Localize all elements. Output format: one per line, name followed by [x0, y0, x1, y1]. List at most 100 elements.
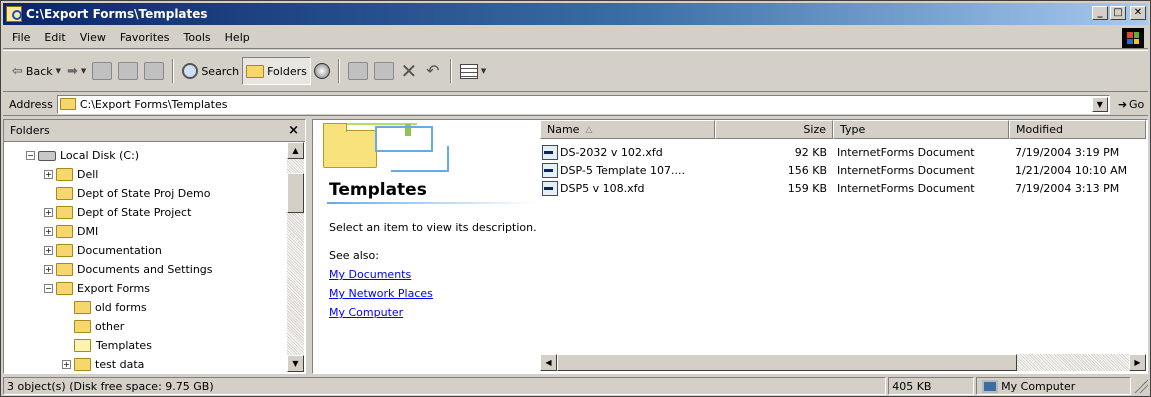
tree-node[interactable]: Templates — [62, 336, 153, 355]
title-bar[interactable]: C:\Export Forms\Templates _ □ ✕ — [3, 3, 1148, 25]
folders-vertical-scrollbar[interactable]: ▲ ▼ — [287, 142, 304, 372]
status-zone-label: My Computer — [1001, 379, 1076, 393]
expand-icon[interactable]: + — [44, 170, 53, 179]
chevron-down-icon[interactable]: ▼ — [81, 67, 86, 75]
column-header-modified[interactable]: Modified — [1009, 120, 1146, 139]
tree-node[interactable]: + Documentation — [44, 241, 162, 260]
my-computer-icon — [982, 379, 999, 393]
scroll-up-button[interactable]: ▲ — [287, 142, 304, 159]
tree-node[interactable]: old forms — [62, 298, 147, 317]
scroll-left-button[interactable]: ◀ — [540, 354, 557, 371]
tree-node[interactable]: + Dell — [44, 165, 98, 184]
search-button[interactable]: Search — [179, 57, 242, 85]
sort-ascending-icon: △ — [585, 124, 593, 135]
tree-node[interactable]: − Export Forms — [44, 279, 150, 298]
file-row[interactable]: DSP5 v 108.xfd 159 KB InternetForms Docu… — [540, 179, 1146, 197]
file-type: InternetForms Document — [837, 181, 975, 195]
folders-pane: Folders × − Local Disk (C:) + Dell Dept of S… — [3, 119, 306, 374]
file-name-cell: DSP-5 Template 107.... — [540, 162, 715, 178]
minimize-button[interactable]: _ — [1092, 6, 1108, 20]
expand-icon[interactable]: + — [44, 208, 53, 217]
close-button[interactable]: ✕ — [1130, 6, 1146, 20]
link-my-network-places[interactable]: My Network Places — [329, 287, 433, 300]
folder-tree[interactable]: − Local Disk (C:) + Dell Dept of State Proj … — [4, 142, 288, 372]
menu-view[interactable]: View — [73, 31, 113, 44]
search-icon — [182, 63, 199, 79]
folders-pane-title: Folders — [10, 124, 50, 137]
tree-node-label: test data — [95, 358, 145, 371]
folder-icon — [56, 168, 73, 181]
file-row[interactable]: DS-2032 v 102.xfd 92 KB InternetForms Do… — [540, 143, 1146, 161]
tree-node[interactable]: + Documents and Settings — [44, 260, 213, 279]
tree-node-label: other — [95, 320, 125, 333]
scroll-right-button[interactable]: ▶ — [1129, 354, 1146, 371]
menu-edit[interactable]: Edit — [37, 31, 72, 44]
copy-to-button[interactable] — [371, 57, 397, 85]
expand-icon[interactable]: + — [44, 227, 53, 236]
scroll-down-button[interactable]: ▼ — [287, 355, 304, 372]
back-button[interactable]: ⇦ Back ▼ — [9, 57, 64, 85]
views-button[interactable]: ▼ — [457, 57, 489, 85]
address-input[interactable]: C:\Export Forms\Templates ▼ — [56, 94, 1110, 114]
tree-node[interactable]: + DMI — [44, 222, 98, 241]
collapse-icon[interactable]: − — [26, 151, 35, 160]
folder-options-button[interactable] — [141, 57, 167, 85]
move-to-button[interactable] — [345, 57, 371, 85]
collapse-icon[interactable]: − — [44, 284, 53, 293]
scroll-thumb[interactable] — [557, 354, 1017, 371]
delete-button[interactable]: ✕ — [397, 57, 421, 85]
folder-icon — [56, 206, 73, 219]
expand-icon[interactable]: + — [44, 265, 53, 274]
folder-options-icon — [144, 62, 165, 80]
standard-toolbar: ⇦ Back ▼ ➡ ▼ Search Folders ✕ ↶ ▼ — [3, 50, 1148, 92]
webview-description: Select an item to view its description. — [329, 221, 537, 234]
file-row[interactable]: DSP-5 Template 107.... 156 KB InternetFo… — [540, 161, 1146, 179]
new-folder-button[interactable] — [115, 57, 141, 85]
address-dropdown-button[interactable]: ▼ — [1091, 96, 1108, 112]
window-controls: _ □ ✕ — [1092, 6, 1146, 20]
scroll-track[interactable] — [1017, 354, 1129, 371]
forward-button[interactable]: ➡ ▼ — [64, 57, 89, 85]
go-button[interactable]: ➜ Go — [1118, 98, 1144, 111]
file-modified: 1/21/2004 10:10 AM — [1015, 163, 1128, 177]
folder-icon — [56, 225, 73, 238]
expand-icon[interactable]: + — [44, 246, 53, 255]
tree-node[interactable]: − Local Disk (C:) — [26, 146, 139, 165]
expand-icon[interactable]: + — [62, 360, 71, 369]
history-button[interactable] — [311, 57, 333, 85]
address-bar: Address C:\Export Forms\Templates ▼ ➜ Go — [3, 93, 1148, 116]
file-name: DSP5 v 108.xfd — [560, 181, 645, 195]
column-header-name[interactable]: Name △ — [540, 120, 715, 139]
chevron-down-icon[interactable]: ▼ — [481, 67, 486, 75]
menu-tools[interactable]: Tools — [177, 31, 218, 44]
menu-file[interactable]: File — [3, 31, 37, 44]
maximize-button[interactable]: □ — [1110, 6, 1126, 20]
tree-node[interactable]: other — [62, 317, 124, 336]
file-list-horizontal-scrollbar[interactable]: ◀ ▶ — [540, 354, 1146, 371]
link-my-documents[interactable]: My Documents — [329, 268, 411, 281]
column-size-label: Size — [803, 123, 826, 136]
column-headers: Name △ Size Type Modified — [540, 120, 1146, 139]
scroll-thumb[interactable] — [287, 173, 304, 213]
link-my-computer[interactable]: My Computer — [329, 306, 403, 319]
copy-to-icon — [373, 62, 394, 80]
up-button[interactable] — [89, 57, 115, 85]
folders-button[interactable]: Folders — [242, 57, 311, 85]
menu-favorites[interactable]: Favorites — [113, 31, 177, 44]
tree-node[interactable]: Dept of State Proj Demo — [44, 184, 210, 203]
windows-logo-icon — [1122, 28, 1144, 48]
tree-node[interactable]: + Dept of State Project — [44, 203, 191, 222]
resize-grip[interactable] — [1134, 379, 1148, 393]
window-title: C:\Export Forms\Templates — [26, 7, 208, 21]
menu-help[interactable]: Help — [218, 31, 257, 44]
undo-button[interactable]: ↶ — [421, 57, 445, 85]
explorer-app-icon[interactable] — [6, 6, 22, 22]
tree-node[interactable]: + test data — [62, 355, 144, 372]
address-value[interactable]: C:\Export Forms\Templates — [80, 98, 228, 111]
toolbar-separator — [337, 59, 340, 83]
webview-panel: Templates Select an item to view its des… — [313, 120, 540, 370]
close-pane-button[interactable]: × — [288, 123, 299, 138]
column-header-size[interactable]: Size — [715, 120, 833, 139]
column-header-type[interactable]: Type — [833, 120, 1009, 139]
chevron-down-icon[interactable]: ▼ — [56, 67, 61, 75]
